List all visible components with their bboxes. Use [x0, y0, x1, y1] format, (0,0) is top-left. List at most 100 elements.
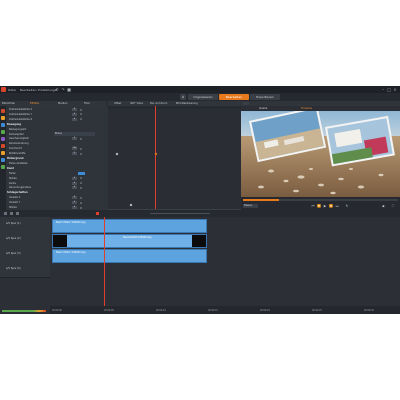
transition-icon[interactable] [1, 165, 5, 169]
keyframe-toggle-icon[interactable] [80, 108, 82, 111]
preview-scrubber[interactable] [243, 199, 398, 201]
clip-black-end [192, 234, 206, 247]
trash-icon[interactable] [16, 212, 19, 215]
audio-icon[interactable] [1, 130, 5, 134]
keyframe-toggle-icon[interactable] [80, 182, 82, 184]
keyframe-toggle-icon[interactable] [80, 206, 82, 209]
keyframe-marker[interactable] [154, 152, 158, 156]
tab-edit[interactable]: Bearbeiten [219, 94, 249, 100]
keyframe-toggle-icon[interactable] [80, 152, 82, 155]
property-dropdown[interactable]: Ebene [54, 132, 95, 136]
preview-title-icon [243, 102, 249, 105]
speed-icon[interactable] [1, 144, 5, 148]
property-label: Durchsicht [9, 147, 22, 151]
play-icon[interactable]: ▶ [323, 204, 327, 208]
rewind-icon[interactable]: ⏪ [317, 204, 321, 208]
track-name: A/V Spur (2) [6, 237, 21, 240]
loop-icon[interactable]: ↻ [345, 204, 349, 208]
forward-icon[interactable]: ⏩ [329, 204, 333, 208]
stabilize-icon[interactable] [1, 151, 5, 155]
keyframe-toggle-icon[interactable] [80, 196, 82, 199]
audio-meter [2, 310, 46, 312]
keyframe-toggle-icon[interactable] [80, 177, 82, 180]
tab-organize[interactable]: Organisieren [188, 94, 218, 100]
text-icon[interactable] [1, 137, 5, 141]
property-value-input[interactable]: 0 [72, 176, 77, 180]
color-icon[interactable] [1, 116, 5, 120]
keyframe-toggle-icon[interactable] [80, 113, 82, 116]
marker-icon[interactable] [96, 212, 99, 215]
keyframe-marker[interactable] [115, 152, 119, 156]
volume-icon[interactable]: ◀ [381, 204, 385, 208]
track-header[interactable]: A/V Spur (2) [0, 232, 50, 248]
track-header[interactable]: A/V Spur (1) [0, 217, 50, 233]
fullscreen-icon[interactable]: ⛶ [391, 204, 395, 208]
property-value-input[interactable]: 0 [72, 112, 77, 116]
property-label: Kamerapfad [9, 132, 24, 136]
track-row: A/V Spur (4) [0, 262, 400, 278]
ruler-tick-label: 00:00:30 [364, 308, 374, 312]
close-icon[interactable]: × [392, 87, 398, 92]
timeline-panel: A/V Spur (1) Beach Motion Sc8006.mpg A/V… [0, 210, 400, 314]
track-name: A/V Spur (1) [6, 222, 21, 225]
property-value-input[interactable]: 100 [72, 147, 77, 151]
mode-bar: ⬇ Organisieren Bearbeiten Exportieren [0, 93, 400, 101]
property-value-input[interactable]: 0 [72, 196, 77, 200]
property-label: Hintergrund [7, 157, 24, 160]
crop-icon[interactable] [1, 123, 5, 127]
kf-col-360: 360° Video [130, 101, 144, 105]
tab-effects[interactable]: Effekte [30, 102, 39, 105]
property-label: Kante [9, 181, 16, 185]
keyframe-toggle-icon[interactable] [80, 186, 82, 189]
timeline-clip[interactable]: Beach Motion Sc8006.mpg [52, 218, 207, 233]
property-value-input[interactable]: 0 [72, 181, 77, 185]
clip-label: Beach Motion Sc8006.mpg [56, 250, 86, 254]
property-value-input[interactable]: 0 [72, 206, 77, 209]
razor-icon[interactable] [4, 212, 7, 215]
keyframe-toggle-icon[interactable] [80, 137, 82, 140]
to-start-icon[interactable]: ⏮ [311, 204, 315, 208]
tab-timeline[interactable]: Timeline [301, 107, 312, 110]
tab-titles[interactable]: Titel [84, 102, 90, 105]
property-value-input[interactable]: 0 [72, 108, 77, 111]
mask-icon[interactable] [1, 158, 5, 162]
keyframe-toggle-icon[interactable] [80, 147, 82, 150]
property-value-input[interactable]: 0 [72, 201, 77, 205]
zoom-select[interactable]: Passen [243, 203, 258, 208]
to-end-icon[interactable]: ⏭ [335, 204, 339, 208]
property-label: Farbe einstellen [9, 161, 28, 165]
timeline-playhead[interactable] [104, 217, 105, 314]
keyframe-marker[interactable] [129, 203, 133, 207]
keyframe-toggle-icon[interactable] [80, 118, 82, 121]
effects-icon[interactable] [1, 109, 5, 113]
property-value-input[interactable]: 0 [72, 186, 77, 190]
property-value-input[interactable]: 0 [72, 137, 77, 141]
tab-library[interactable]: Bibliothek [2, 102, 15, 105]
timeline-clip[interactable]: Beach Motion Sc8006.mpg [52, 248, 207, 263]
timeline-clip[interactable]: Standardbild Sc8006.mpg [52, 233, 207, 248]
property-label: Drehwinkelstärke Z [9, 117, 33, 121]
timeline-zoom-slider[interactable] [150, 213, 210, 214]
track-header[interactable]: A/V Spur (4) [0, 262, 50, 278]
tab-source[interactable]: Quelle [259, 107, 267, 110]
property-label: Drehwinkelstärke Y [9, 112, 32, 116]
color-swatch[interactable] [78, 171, 85, 175]
keyframe-toggle-icon[interactable] [80, 201, 82, 204]
property-value-input[interactable]: 0 [72, 117, 77, 121]
ruler-tick-label: 00:00:20 [260, 308, 270, 312]
tab-media[interactable]: Medien [58, 102, 67, 105]
preview-video-frame [241, 111, 400, 197]
property-label: Stärke [9, 206, 17, 209]
menu-edit[interactable]: Bearbeiten [20, 88, 36, 92]
keyframe-playhead[interactable] [155, 106, 156, 210]
property-label: Geschwindigkeit [9, 137, 29, 141]
tab-export[interactable]: Exportieren [250, 94, 280, 100]
save-icon[interactable]: ■ [66, 87, 72, 92]
property-value-input[interactable]: 0 [72, 152, 77, 156]
track-row: A/V Spur (1) Beach Motion Sc8006.mpg [0, 217, 400, 233]
import-icon[interactable]: ⬇ [180, 94, 186, 100]
property-label: Stärke [9, 176, 17, 180]
snap-icon[interactable] [10, 212, 13, 215]
menu-file[interactable]: Datei [8, 88, 16, 92]
track-header[interactable]: A/V Spur (3) [0, 247, 50, 263]
